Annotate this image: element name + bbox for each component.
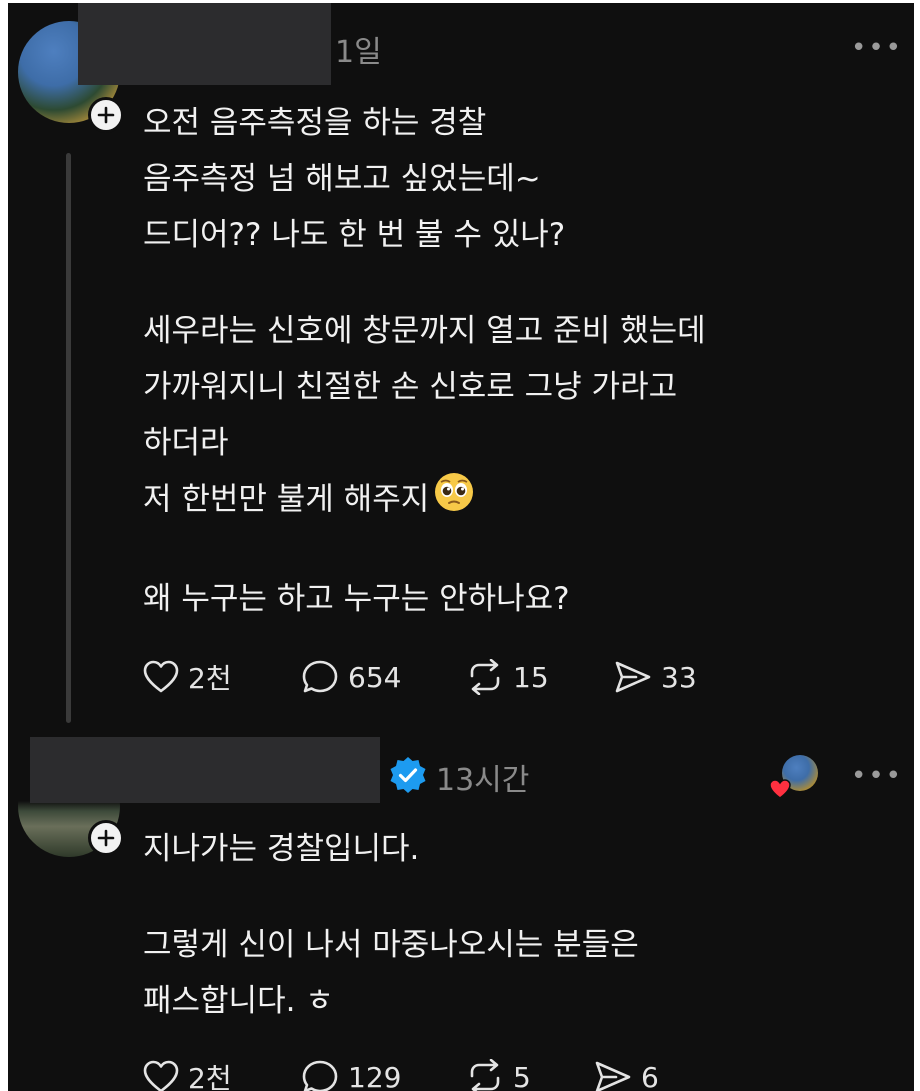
text-line: 오전 음주측정을 하는 경찰 [143, 105, 487, 141]
paragraph: 오전 음주측정을 하는 경찰 음주측정 넘 해보고 싶었는데~ 드디어?? 나도… [143, 95, 706, 263]
comment-count: 654 [348, 660, 402, 694]
username-redacted [78, 3, 331, 85]
text-line: 세우라는 신호에 창문까지 열고 준비 했는데 [143, 313, 706, 349]
thread-connector-line [66, 153, 71, 723]
text-line: 그렇게 신이 나서 마중나오시는 분들은 [143, 927, 639, 963]
repost-icon [470, 1059, 500, 1091]
thread-screen: 1일 ••• 오전 음주측정을 하는 경찰 음주측정 넘 해보고 싶었는데~ 드… [8, 3, 914, 1091]
like-count: 2천 [188, 662, 232, 695]
paragraph: 세우라는 신호에 창문까지 열고 준비 했는데 가까워지니 친절한 손 신호로 … [143, 303, 706, 531]
repost-icon [470, 659, 500, 695]
repost-button[interactable]: 5 [466, 1059, 594, 1091]
more-options-icon[interactable]: ••• [851, 761, 903, 791]
pleading-face-emoji [433, 471, 475, 531]
verified-badge-icon [388, 755, 428, 799]
share-button[interactable]: 6 [594, 1060, 659, 1091]
share-button[interactable]: 33 [614, 660, 697, 694]
heart-badge-icon [768, 778, 792, 804]
text-line: 왜 누구는 하고 누구는 안하나요? [143, 581, 570, 617]
paragraph: 지나가는 경찰입니다. [143, 821, 639, 877]
post-body: 오전 음주측정을 하는 경찰 음주측정 넘 해보고 싶었는데~ 드디어?? 나도… [143, 95, 706, 627]
text-line: 가까워지니 친절한 손 신호로 그냥 가라고 [143, 369, 678, 405]
comment-button[interactable]: 129 [301, 1059, 466, 1091]
plus-icon [97, 829, 115, 847]
post-body: 지나가는 경찰입니다. 그렇게 신이 나서 마중나오시는 분들은 패스합니다. … [143, 821, 639, 1029]
comment-icon [302, 660, 338, 693]
like-button[interactable]: 2천 [143, 657, 301, 697]
repost-count: 5 [513, 1060, 531, 1091]
send-icon [615, 661, 651, 693]
paragraph: 그렇게 신이 나서 마중나오시는 분들은 패스합니다. ㅎ [143, 917, 639, 1029]
comment-button[interactable]: 654 [301, 659, 466, 695]
text-line: 드디어?? 나도 한 번 불 수 있나? [143, 217, 566, 253]
follow-plus-button[interactable] [88, 820, 124, 856]
text-line-with-emoji: 저 한번만 불게 해주지 [143, 471, 706, 531]
more-options-icon[interactable]: ••• [851, 33, 903, 63]
repost-count: 15 [513, 660, 549, 694]
post-time: 1일 [335, 35, 382, 70]
like-button[interactable]: 2천 [143, 1057, 301, 1091]
text-line: 지나가는 경찰입니다. [143, 831, 420, 867]
text-line: 음주측정 넘 해보고 싶었는데~ [143, 161, 541, 197]
action-bar: 2천 654 15 33 [143, 657, 697, 697]
repost-button[interactable]: 15 [466, 659, 614, 695]
comment-count: 129 [348, 1060, 402, 1091]
paragraph: 왜 누구는 하고 누구는 안하나요? [143, 571, 706, 627]
text-line: 저 한번만 불게 해주지 [143, 481, 430, 518]
send-icon [595, 1061, 631, 1091]
share-count: 33 [661, 660, 697, 694]
comment-icon [302, 1060, 338, 1091]
heart-icon [143, 1060, 179, 1091]
share-count: 6 [641, 1060, 659, 1091]
heart-icon [143, 660, 179, 693]
follow-plus-button[interactable] [88, 97, 124, 133]
like-count: 2천 [188, 1062, 232, 1091]
text-line: 패스합니다. ㅎ [143, 983, 334, 1019]
post-time: 13시간 [436, 763, 530, 798]
username-redacted [30, 737, 380, 803]
text-line: 하더라 [143, 425, 229, 461]
plus-icon [97, 106, 115, 124]
action-bar: 2천 129 5 6 [143, 1057, 659, 1091]
